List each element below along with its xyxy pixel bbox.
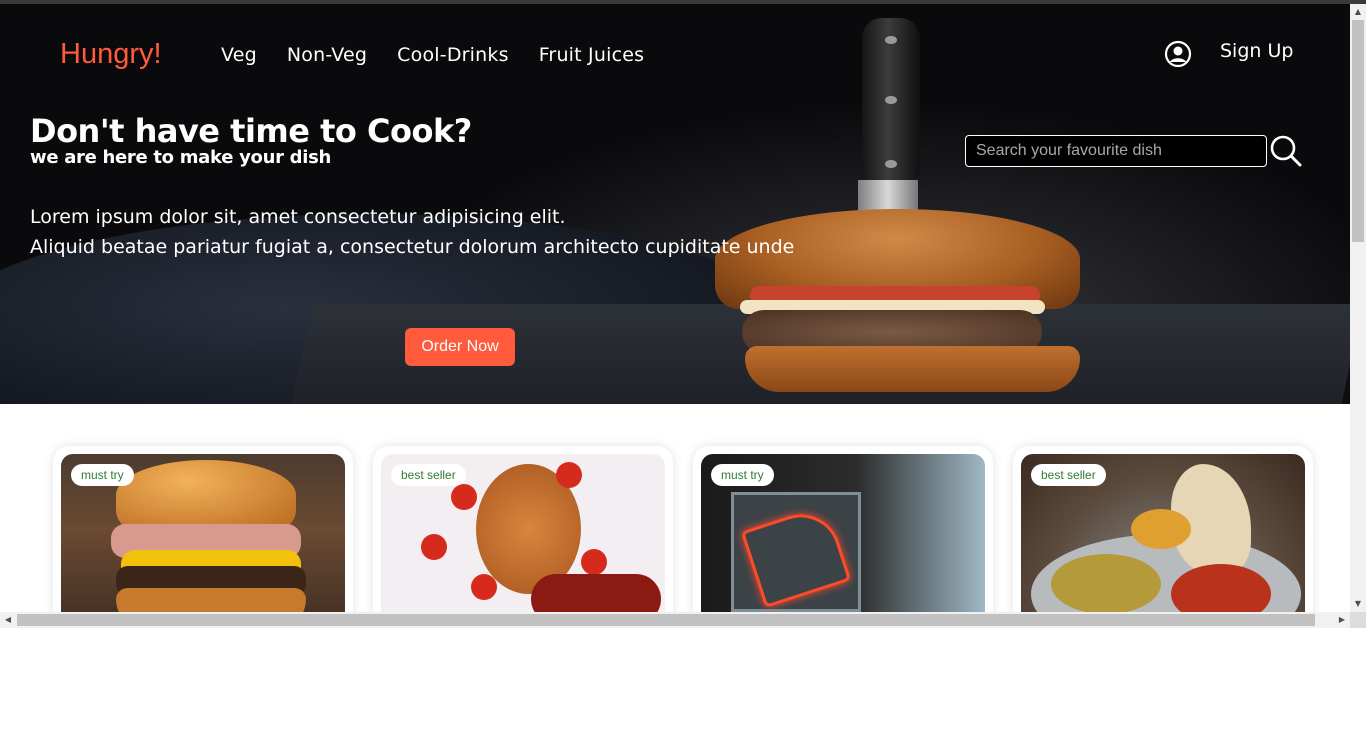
order-now-button[interactable]: Order Now [405,328,515,366]
brand-logo[interactable]: Hungry! [60,38,162,71]
hero-title: Don't have time to Cook? [30,112,472,150]
neon-pizza-sign-image: must try [701,454,985,612]
food-card-neon-pizza[interactable]: must try [693,446,993,612]
nav-link-veg[interactable]: Veg [221,44,257,66]
horizontal-scrollbar[interactable]: ◀ ▶ [0,612,1350,628]
nav-link-cool-drinks[interactable]: Cool-Drinks [397,44,509,66]
search-button[interactable] [1269,134,1303,168]
top-navbar: Hungry! Veg Non-Veg Cool-Drinks Fruit Ju… [0,4,1350,104]
scroll-up-arrow-icon[interactable]: ▲ [1350,4,1366,20]
burger-image: must try [61,454,345,612]
horizontal-scroll-thumb[interactable] [17,614,1315,626]
card-tag: must try [71,464,134,486]
food-card-thali[interactable]: best seller [1013,446,1313,612]
card-tag: best seller [1031,464,1106,486]
nav-link-fruit-juices[interactable]: Fruit Juices [539,44,645,66]
page-viewport: Hungry! Veg Non-Veg Cool-Drinks Fruit Ju… [0,4,1350,612]
thali-image: best seller [1021,454,1305,612]
hero-burger-bun-bottom [745,346,1080,392]
vertical-scroll-thumb[interactable] [1352,20,1364,242]
hero-description: Lorem ipsum dolor sit, amet consectetur … [30,202,794,262]
food-card-burger[interactable]: must try [53,446,353,612]
scroll-left-arrow-icon[interactable]: ◀ [0,612,16,628]
food-card-pasta[interactable]: best seller [373,446,673,612]
hero-description-line1: Lorem ipsum dolor sit, amet consectetur … [30,206,566,228]
scroll-down-arrow-icon[interactable]: ▼ [1350,596,1366,612]
card-tag: must try [711,464,774,486]
search-input[interactable] [965,135,1267,167]
hero-banner: Hungry! Veg Non-Veg Cool-Drinks Fruit Ju… [0,4,1350,404]
sign-up-link[interactable]: Sign Up [1220,40,1293,62]
nav-links: Veg Non-Veg Cool-Drinks Fruit Juices [221,44,644,66]
user-circle-icon[interactable] [1164,40,1192,68]
nav-link-non-veg[interactable]: Non-Veg [287,44,367,66]
scrollbar-corner [1350,612,1366,628]
search-icon [1270,135,1302,167]
hero-description-line2: Aliquid beatae pariatur fugiat a, consec… [30,236,795,258]
pasta-image: best seller [381,454,665,612]
vertical-scrollbar[interactable]: ▲ ▼ [1350,4,1366,612]
hero-subtitle: we are here to make your dish [30,147,332,168]
scroll-right-arrow-icon[interactable]: ▶ [1334,612,1350,628]
card-tag: best seller [391,464,466,486]
